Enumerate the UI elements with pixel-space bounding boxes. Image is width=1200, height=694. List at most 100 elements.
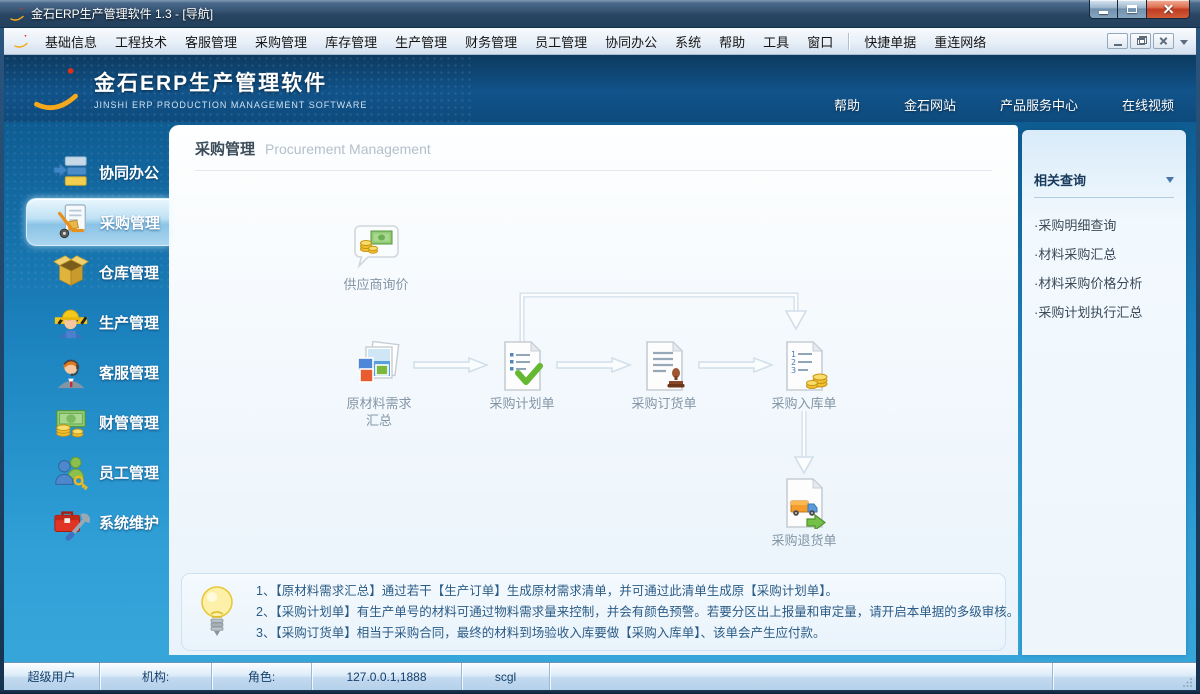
content-header: 采购管理 Procurement Management — [169, 125, 1018, 171]
related-item-material-purchase-summary[interactable]: ·材料采购汇总 — [1034, 239, 1174, 268]
flow-arrow-down-icon — [793, 409, 815, 479]
flow-arrow-right-icon — [555, 356, 633, 374]
sidebar-item-label: 生产管理 — [99, 312, 159, 333]
flow-node-label: 原材料需求汇总 — [344, 395, 414, 429]
sidebar-item-label: 采购管理 — [100, 212, 160, 233]
brand-logo-icon — [30, 62, 82, 114]
menu-item-quick-docs[interactable]: 快捷单据 — [855, 28, 925, 55]
minimize-button[interactable] — [1089, 0, 1118, 19]
sidebar-item-staff[interactable]: 员工管理 — [26, 448, 169, 496]
menu-item-finance[interactable]: 财务管理 — [456, 28, 526, 55]
flow-node-label: 采购计划单 — [462, 395, 582, 412]
purchase-inbound-icon: 1 2 3 — [778, 340, 830, 392]
related-item-plan-execution-summary[interactable]: ·采购计划执行汇总 — [1034, 297, 1174, 326]
menu-item-window[interactable]: 窗口 — [798, 28, 842, 55]
menu-bar: 基础信息 工程技术 客服管理 采购管理 库存管理 生产管理 财务管理 员工管理 … — [4, 28, 1196, 55]
menu-item-engineering[interactable]: 工程技术 — [106, 28, 176, 55]
menu-item-tools[interactable]: 工具 — [754, 28, 798, 55]
window-bottom-edge — [0, 690, 1200, 694]
header-link-online-video[interactable]: 在线视频 — [1122, 95, 1174, 114]
customer-service-icon — [52, 353, 90, 391]
flow-node-label: 采购退货单 — [744, 532, 864, 549]
minimize-icon — [1099, 11, 1108, 14]
elbow-connector-arrow — [515, 287, 815, 345]
mdi-minimize-button[interactable] — [1107, 33, 1128, 49]
menu-item-help[interactable]: 帮助 — [710, 28, 754, 55]
resize-grip[interactable] — [1182, 663, 1196, 690]
sidebar-item-label: 仓库管理 — [99, 262, 159, 283]
sidebar-item-system-maintenance[interactable]: 系统维护 — [26, 498, 169, 546]
svg-text:3: 3 — [791, 366, 796, 375]
flow-node-purchase-order[interactable]: 采购订货单 — [638, 340, 690, 397]
sidebar-item-label: 客服管理 — [99, 362, 159, 383]
menu-item-collaboration[interactable]: 协同办公 — [596, 28, 666, 55]
flow-node-supplier-inquiry[interactable]: 供应商询价 — [350, 221, 402, 278]
purchase-order-icon — [638, 340, 690, 392]
status-organization: 机构: — [100, 663, 212, 690]
menu-item-customer-service[interactable]: 客服管理 — [176, 28, 246, 55]
title-divider — [195, 170, 992, 171]
sidebar-item-customer-service[interactable]: 客服管理 — [26, 348, 169, 396]
menu-item-production[interactable]: 生产管理 — [386, 28, 456, 55]
title-bar: 金石ERP生产管理软件 1.3 - [导航] — [0, 0, 1200, 28]
page-title-en: Procurement Management — [265, 141, 431, 157]
status-empty-right — [1052, 663, 1182, 690]
window-title: 金石ERP生产管理软件 1.3 - [导航] — [31, 5, 213, 22]
sidebar-item-warehouse[interactable]: 仓库管理 — [26, 248, 169, 296]
sidebar-item-label: 员工管理 — [99, 462, 159, 483]
menu-item-staff[interactable]: 员工管理 — [526, 28, 596, 55]
header-link-website[interactable]: 金石网站 — [904, 95, 956, 114]
header-link-service-center[interactable]: 产品服务中心 — [1000, 95, 1078, 114]
header-link-help[interactable]: 帮助 — [834, 95, 860, 114]
main-body: 协同办公 采购管理 — [4, 122, 1196, 662]
status-user: 超级用户 — [4, 663, 100, 690]
status-empty — [550, 663, 1052, 690]
app-logo-icon-small — [13, 33, 29, 49]
procurement-icon — [53, 203, 91, 241]
menu-item-inventory[interactable]: 库存管理 — [316, 28, 386, 55]
sidebar-item-label: 系统维护 — [99, 512, 159, 533]
window-controls — [1089, 0, 1190, 19]
sidebar-item-procurement[interactable]: 采购管理 — [26, 198, 169, 246]
menu-separator — [848, 33, 849, 50]
menu-item-basic-info[interactable]: 基础信息 — [36, 28, 106, 55]
app-logo-icon — [9, 6, 25, 22]
app-window: 金石ERP生产管理软件 1.3 - [导航] 基础信息 工程技术 客服管理 采购… — [0, 0, 1200, 694]
page-title: 采购管理 — [195, 138, 255, 159]
sidebar-item-production[interactable]: 生产管理 — [26, 298, 169, 346]
tip-line-1: 1、【原材料需求汇总】通过若干【生产订单】生成原材需求清单，并可通过此清单生成原… — [256, 581, 991, 602]
menu-item-procurement[interactable]: 采购管理 — [246, 28, 316, 55]
menu-item-reconnect-network[interactable]: 重连网络 — [925, 28, 995, 55]
tip-line-2: 2、【采购计划单】有生产单号的材料可通过物料需求量来控制，并会有颜色预警。若要分… — [256, 602, 991, 623]
purchase-return-icon — [778, 477, 830, 529]
sidebar-item-finance[interactable]: 财管管理 — [26, 398, 169, 446]
tip-line-3: 3、【采购订货单】相当于采购合同，最终的材料到场验收入库要做【采购入库单】、该单… — [256, 623, 991, 644]
mdi-restore-icon — [1137, 38, 1145, 45]
mdi-minimize-icon — [1114, 44, 1122, 46]
mdi-close-button[interactable] — [1153, 33, 1174, 49]
flow-node-purchase-return[interactable]: 采购退货单 — [778, 477, 830, 534]
mdi-close-icon — [1159, 37, 1168, 46]
flow-node-purchase-plan[interactable]: 采购计划单 — [496, 340, 548, 397]
related-panel-header[interactable]: 相关查询 — [1034, 170, 1174, 198]
flow-node-raw-material-summary[interactable]: 原材料需求汇总 — [353, 340, 405, 397]
flow-arrow-right-icon — [697, 356, 775, 374]
sidebar-item-collaboration[interactable]: 协同办公 — [26, 148, 169, 196]
close-button[interactable] — [1146, 0, 1190, 19]
chevron-down-icon[interactable] — [1180, 40, 1188, 49]
flow-node-label: 供应商询价 — [316, 276, 436, 293]
maximize-icon — [1127, 5, 1137, 13]
maximize-button[interactable] — [1118, 0, 1146, 19]
purchase-plan-icon — [496, 340, 548, 392]
system-maintenance-icon — [52, 503, 90, 541]
mdi-window-controls — [1107, 33, 1190, 49]
related-item-material-price-analysis[interactable]: ·材料采购价格分析 — [1034, 268, 1174, 297]
menu-item-system[interactable]: 系统 — [666, 28, 710, 55]
collaboration-icon — [52, 153, 90, 191]
mdi-restore-button[interactable] — [1130, 33, 1151, 49]
related-panel-items: ·采购明细查询 ·材料采购汇总 ·材料采购价格分析 ·采购计划执行汇总 — [1022, 198, 1186, 338]
related-item-purchase-detail-query[interactable]: ·采购明细查询 — [1034, 210, 1174, 239]
brand-name-cn: 金石ERP生产管理软件 — [94, 67, 367, 97]
flow-node-purchase-inbound[interactable]: 1 2 3 采购入库单 — [778, 340, 830, 397]
related-panel-title: 相关查询 — [1034, 170, 1086, 189]
